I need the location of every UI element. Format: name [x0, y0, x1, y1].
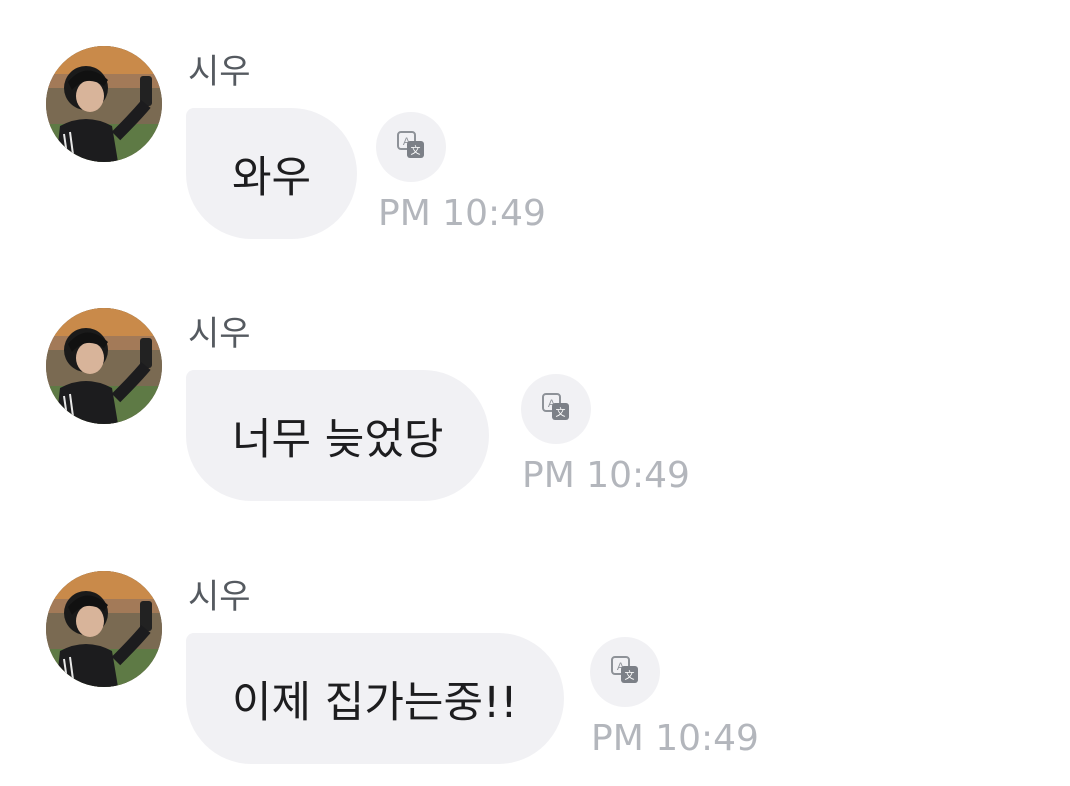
translate-icon: A 文	[610, 655, 640, 689]
chat-message: 시우 와우 A 文 PM 10:49	[0, 46, 1070, 276]
svg-text:文: 文	[556, 406, 566, 419]
message-bubble[interactable]: 와우	[186, 108, 358, 239]
chat-message: 시우 너무 늦었당 A 文 PM 10:49	[0, 308, 1070, 538]
chat-message: 시우 이제 집가는중!! A 文 PM 10:49	[0, 571, 1070, 786]
svg-text:文: 文	[625, 669, 635, 682]
avatar[interactable]	[46, 46, 162, 162]
message-bubble[interactable]: 이제 집가는중!!	[186, 633, 564, 764]
sender-name: 시우	[188, 577, 251, 617]
avatar[interactable]	[46, 571, 162, 687]
avatar[interactable]	[46, 308, 162, 424]
translate-button[interactable]: A 文	[376, 112, 446, 182]
message-bubble[interactable]: 너무 늦었당	[186, 370, 490, 501]
translate-button[interactable]: A 文	[590, 637, 660, 707]
timestamp: PM 10:49	[378, 193, 546, 234]
translate-icon: A 文	[396, 130, 426, 164]
chat-message-list: 시우 와우 A 文 PM 10:49 시우 너무 늦었당 A 文 PM 10:4…	[0, 0, 1070, 786]
timestamp: PM 10:49	[591, 718, 759, 759]
svg-text:文: 文	[411, 144, 421, 157]
sender-name: 시우	[188, 52, 251, 92]
sender-name: 시우	[188, 314, 251, 354]
translate-button[interactable]: A 文	[521, 374, 591, 444]
timestamp: PM 10:49	[522, 455, 690, 496]
translate-icon: A 文	[541, 392, 571, 426]
